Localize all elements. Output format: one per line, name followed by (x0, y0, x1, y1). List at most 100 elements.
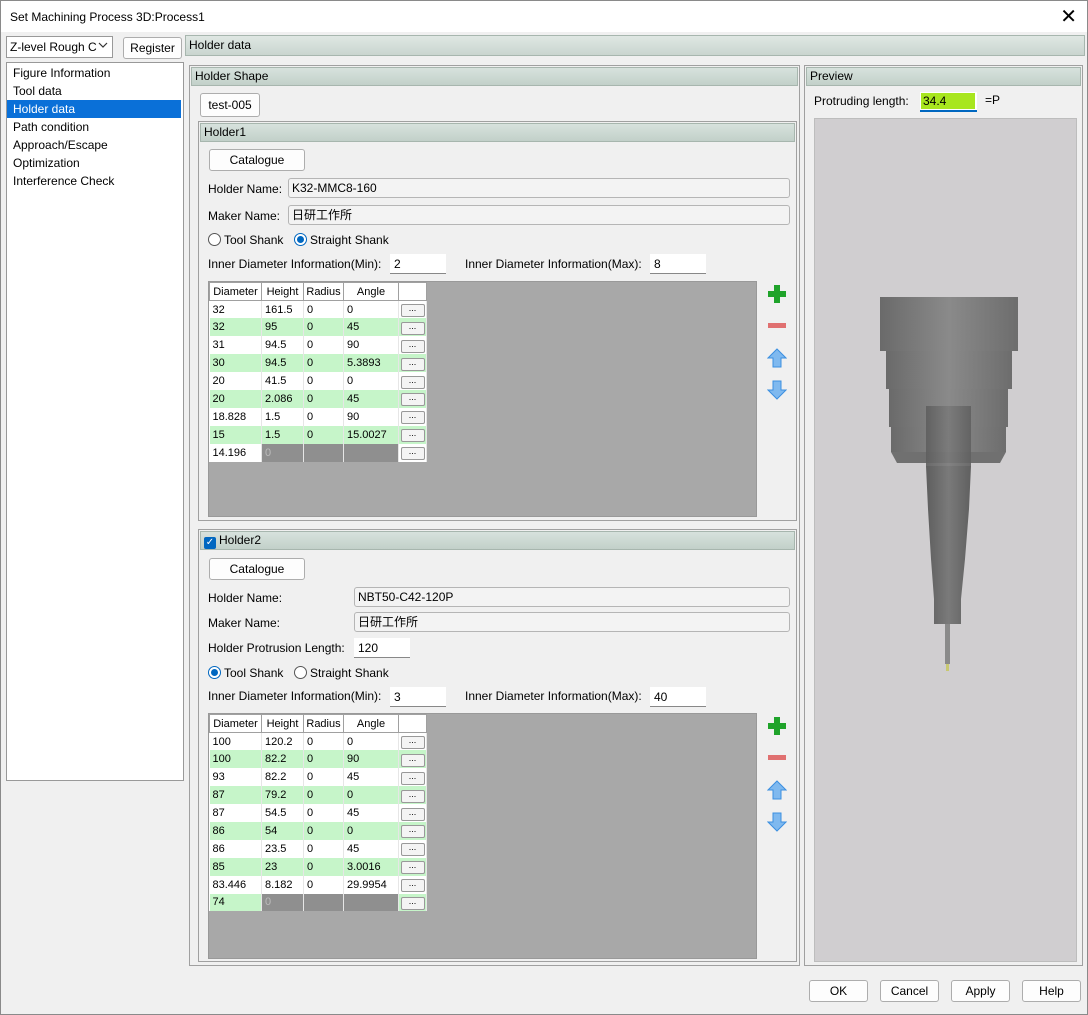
table-cell[interactable]: 1.5 (261, 407, 304, 426)
nav-item[interactable]: Approach/Escape (7, 136, 183, 154)
table-cell[interactable]: 0 (303, 857, 344, 876)
holder2-maker-field[interactable]: 日研工作所 (354, 612, 790, 632)
move-up-icon[interactable] (766, 347, 788, 369)
ok-button[interactable]: OK (809, 980, 868, 1002)
table-row[interactable]: 20 41.5 0 0... (209, 372, 427, 390)
table-row[interactable]: 100 120.2 0 0... (209, 732, 427, 751)
holder1-name-field[interactable]: K32-MMC8-160 (288, 178, 790, 198)
table-row[interactable]: 32 95 0 45... (209, 318, 427, 337)
table-cell[interactable]: 5.3893 (343, 354, 399, 373)
table-cell[interactable]: 45 (343, 804, 399, 822)
nav-item[interactable]: Interference Check (7, 172, 183, 190)
nav-item[interactable]: Optimization (7, 154, 183, 172)
holder1-maker-field[interactable]: 日研工作所 (288, 205, 790, 225)
row-edit-button[interactable]: ... (400, 321, 425, 335)
holder1-tool-shank-radio[interactable]: Tool Shank (208, 233, 283, 247)
move-down-icon[interactable] (766, 811, 788, 833)
table-cell[interactable]: 90 (343, 336, 399, 355)
table-row[interactable]: 87 79.2 0 0... (209, 786, 427, 805)
table-cell[interactable]: 94.5 (261, 354, 304, 373)
row-edit-button[interactable]: ... (400, 339, 425, 353)
nav-item[interactable]: Figure Information (7, 64, 183, 82)
row-edit-button[interactable]: ... (400, 447, 425, 461)
table-cell[interactable]: 0 (303, 407, 344, 426)
row-edit-button[interactable]: ... (400, 375, 425, 389)
remove-row-icon[interactable] (766, 747, 788, 769)
register-button[interactable]: Register (123, 37, 182, 59)
table-cell[interactable]: 31 (209, 336, 262, 355)
table-cell[interactable]: 41.5 (261, 372, 304, 390)
column-header[interactable]: Angle (343, 714, 399, 733)
row-edit-button[interactable]: ... (400, 879, 425, 893)
table-cell[interactable]: 18.828 (209, 407, 262, 426)
table-cell[interactable] (303, 443, 344, 462)
row-edit-button[interactable]: ... (400, 393, 425, 407)
table-cell[interactable]: 86 (209, 821, 262, 840)
table-cell[interactable]: 0 (343, 372, 399, 390)
row-edit-button[interactable]: ... (400, 736, 425, 750)
holder1-catalogue-button[interactable]: Catalogue (209, 149, 305, 171)
row-edit-button[interactable]: ... (400, 429, 425, 443)
table-cell[interactable]: 0 (303, 372, 344, 390)
table-row[interactable]: 87 54.5 0 45... (209, 804, 427, 822)
holder2-inner-max-input[interactable]: 40 (650, 687, 706, 707)
table-row[interactable]: 86 54 0 0... (209, 821, 427, 840)
table-cell[interactable]: 0 (343, 786, 399, 805)
add-row-icon[interactable] (766, 283, 788, 305)
row-edit-button[interactable]: ... (400, 825, 425, 839)
table-cell[interactable]: 45 (343, 768, 399, 787)
column-header[interactable]: Radius (303, 282, 344, 301)
table-cell[interactable]: 54 (261, 821, 304, 840)
row-edit-button[interactable]: ... (400, 861, 425, 875)
process-select[interactable]: Z-level Rough C (6, 36, 113, 58)
table-cell[interactable]: 0 (303, 354, 344, 373)
table-cell[interactable]: 1.5 (261, 425, 304, 444)
table-row[interactable]: 32 161.5 0 0... (209, 300, 427, 319)
table-cell[interactable]: 93 (209, 768, 262, 787)
row-edit-button[interactable]: ... (400, 896, 425, 910)
table-cell[interactable]: 79.2 (261, 786, 304, 805)
table-cell[interactable]: 0 (303, 875, 344, 894)
holder1-straight-shank-radio[interactable]: Straight Shank (294, 233, 389, 247)
table-cell[interactable]: 0 (303, 300, 344, 319)
table-row[interactable]: 83.446 8.182 0 29.9954... (209, 875, 427, 894)
row-edit-button[interactable]: ... (400, 807, 425, 821)
shape-name-button[interactable]: test-005 (200, 93, 260, 117)
row-edit-button[interactable]: ... (400, 771, 425, 785)
row-edit-button[interactable]: ... (400, 843, 425, 857)
table-row[interactable]: 85 23 0 3.0016... (209, 857, 427, 876)
table-cell[interactable]: 0 (303, 750, 344, 769)
table-cell[interactable]: 23 (261, 857, 304, 876)
holder2-title-bar[interactable]: ✓ Holder2 (200, 531, 795, 550)
nav-item[interactable]: Holder data (7, 100, 181, 118)
holder2-inner-min-input[interactable]: 3 (390, 687, 446, 707)
table-cell[interactable]: 20 (209, 372, 262, 390)
table-cell[interactable]: 0 (343, 821, 399, 840)
close-icon[interactable]: ✕ (1060, 4, 1077, 28)
table-cell[interactable]: 3.0016 (343, 857, 399, 876)
row-edit-button[interactable]: ... (400, 753, 425, 767)
table-cell[interactable]: 45 (343, 389, 399, 408)
table-cell[interactable]: 0 (261, 893, 304, 912)
column-header[interactable]: Diameter (209, 282, 262, 301)
table-cell[interactable]: 8.182 (261, 875, 304, 894)
add-row-icon[interactable] (766, 715, 788, 737)
table-cell[interactable]: 87 (209, 804, 262, 822)
table-cell[interactable]: 54.5 (261, 804, 304, 822)
table-cell[interactable]: 0 (303, 804, 344, 822)
table-cell[interactable]: 2.086 (261, 389, 304, 408)
table-cell[interactable]: 32 (209, 318, 262, 337)
table-cell[interactable]: 29.9954 (343, 875, 399, 894)
holder2-catalogue-button[interactable]: Catalogue (209, 558, 305, 580)
table-cell[interactable]: 0 (303, 839, 344, 858)
table-cell[interactable]: 30 (209, 354, 262, 373)
holder2-straight-shank-radio[interactable]: Straight Shank (294, 666, 389, 680)
table-cell[interactable]: 0 (303, 732, 344, 751)
table-cell[interactable]: 0 (303, 821, 344, 840)
table-cell[interactable]: 0 (303, 318, 344, 337)
column-header[interactable]: Angle (343, 282, 399, 301)
table-cell[interactable]: 90 (343, 407, 399, 426)
table-cell[interactable]: 82.2 (261, 750, 304, 769)
table-cell[interactable] (343, 443, 399, 462)
help-button[interactable]: Help (1022, 980, 1081, 1002)
